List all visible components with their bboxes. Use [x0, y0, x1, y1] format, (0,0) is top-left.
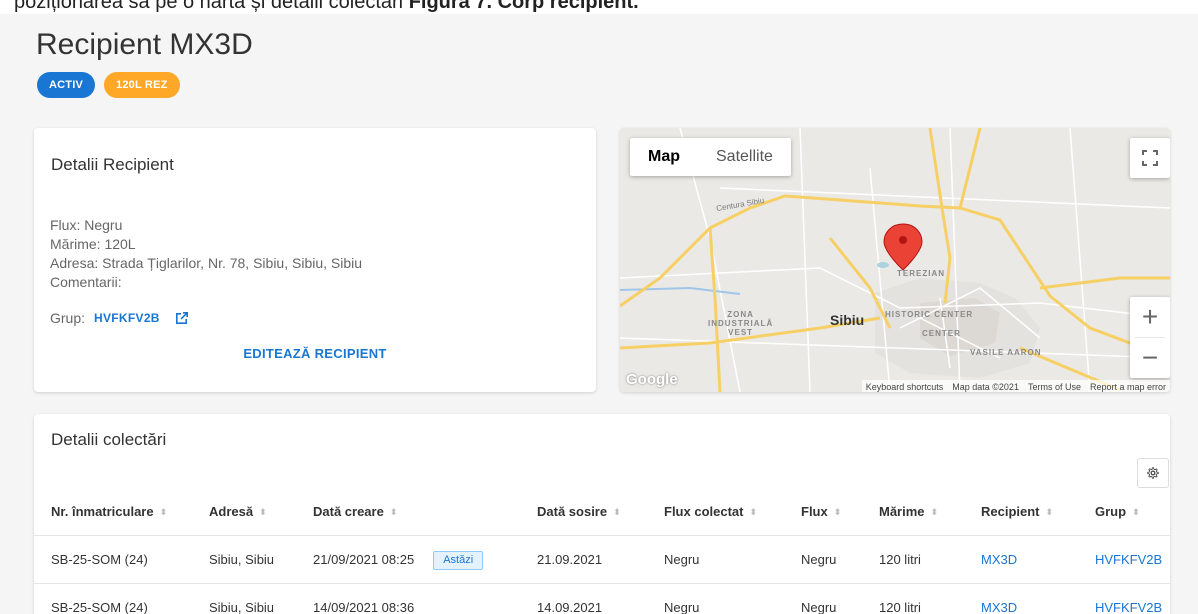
col-flux-colectat-label: Flux colectat [664, 504, 744, 519]
col-flux-colectat[interactable]: Flux colectat ⬍ [664, 488, 757, 536]
cell-adresa: Sibiu, Sibiu [209, 600, 275, 614]
sort-icon: ⬍ [930, 507, 939, 517]
sort-icon: ⬍ [159, 507, 168, 517]
sort-icon: ⬍ [1132, 507, 1140, 517]
cell-creare-text: 21/09/2021 08:25 [313, 552, 415, 567]
col-recipient-label: Recipient [981, 504, 1040, 519]
zoom-out-button[interactable]: − [1130, 338, 1170, 378]
cell-grup-link[interactable]: HVFKFV2B [1095, 584, 1162, 614]
cell-nr: SB-25-SOM (24) [51, 552, 148, 567]
map-label-zona-2: INDUSTRIALĂ [708, 319, 774, 328]
map-data-text: Map data ©2021 [952, 382, 1019, 392]
table-row[interactable]: SB-25-SOM (24) Sibiu, Sibiu 21/09/2021 0… [34, 536, 1170, 584]
col-sosire[interactable]: Dată sosire ⬍ [537, 488, 621, 536]
map-type-control: Map Satellite [630, 138, 791, 176]
cell-creare: 14/09/2021 08:36 [313, 600, 415, 614]
cell-flux-colectat: Negru [664, 552, 700, 567]
terms-link[interactable]: Terms of Use [1028, 380, 1081, 392]
cell-flux: Negru [801, 552, 837, 567]
cell-creare: 21/09/2021 08:25 Astăzi [313, 536, 484, 584]
cell-nr: SB-25-SOM (24) [51, 600, 148, 614]
edit-recipient-button[interactable]: EDITEAZĂ RECIPIENT [34, 346, 596, 361]
sort-icon: ⬍ [833, 507, 842, 517]
col-grup[interactable]: Grup ⬍ [1095, 488, 1140, 536]
cell-sosire: 21.09.2021 [537, 552, 603, 567]
sort-icon: ⬍ [259, 507, 267, 517]
detail-marime: Mărime: 120L [50, 236, 136, 252]
table-row[interactable]: SB-25-SOM (24) Sibiu, Sibiu 14/09/2021 0… [34, 584, 1170, 614]
open-in-new-icon[interactable] [174, 310, 190, 326]
detail-adresa: Adresa: Strada Țiglarilor, Nr. 78, Sibiu… [50, 255, 363, 271]
figure-caption: poziționarea sa pe o hartă și detalii co… [0, 0, 1198, 14]
col-nr[interactable]: Nr. înmatriculare ⬍ [51, 488, 167, 536]
details-list: Flux: Negru Mărime: 120L Adresa: Strada … [50, 216, 362, 292]
caption-bold: Figura 7. Corp recipient. [408, 0, 639, 13]
collections-table: Nr. înmatriculare ⬍ Adresă ⬍ Dată creare ⬍ … [34, 488, 1170, 614]
gear-icon [1147, 467, 1159, 479]
col-marime-label: Mărime [879, 504, 925, 519]
page-title: Recipient MX3D [36, 28, 253, 61]
map-footer: Keyboard shortcuts Map data ©2021 Terms … [861, 380, 1170, 392]
group-link[interactable]: HVFKFV2B [94, 311, 160, 325]
cell-sosire: 14.09.2021 [537, 600, 603, 614]
col-flux-label: Flux [801, 504, 828, 519]
cell-flux: Negru [801, 600, 837, 614]
detail-comentarii: Comentarii: [50, 274, 122, 290]
col-grup-label: Grup [1095, 504, 1127, 519]
today-badge: Astăzi [433, 550, 484, 570]
col-adresa[interactable]: Adresă ⬍ [209, 488, 267, 536]
fullscreen-icon [1142, 150, 1158, 166]
fullscreen-button[interactable] [1130, 138, 1170, 178]
table-settings-button[interactable] [1137, 458, 1169, 488]
col-creare-label: Dată creare [313, 504, 384, 519]
map-label-center: CENTER [922, 329, 961, 338]
map-type-map-button[interactable]: Map [630, 138, 698, 176]
zoom-control: + − [1130, 297, 1170, 378]
status-chips: ACTIV 120L REZ [37, 72, 180, 98]
google-logo[interactable]: Google [626, 371, 678, 388]
col-sosire-label: Dată sosire [537, 504, 608, 519]
col-marime[interactable]: Mărime ⬍ [879, 488, 938, 536]
cell-marime: 120 litri [879, 600, 921, 614]
cell-recipient-link[interactable]: MX3D [981, 584, 1017, 614]
cell-recipient-link[interactable]: MX3D [981, 536, 1017, 584]
col-nr-label: Nr. înmatriculare [51, 504, 154, 519]
collections-card: Detalii colectări Nr. înmatriculare ⬍ Adr… [34, 414, 1170, 614]
detail-flux: Flux: Negru [50, 217, 123, 233]
col-flux[interactable]: Flux ⬍ [801, 488, 841, 536]
sort-icon: ⬍ [749, 507, 758, 517]
status-badge-activ: ACTIV [37, 72, 95, 98]
report-error-link[interactable]: Report a map error [1090, 380, 1166, 392]
group-label: Grup: [50, 310, 86, 326]
col-creare[interactable]: Dată creare ⬍ [313, 488, 397, 536]
details-card-title: Detalii Recipient [51, 155, 174, 174]
cell-marime: 120 litri [879, 552, 921, 567]
col-recipient[interactable]: Recipient ⬍ [981, 488, 1053, 536]
map-label-vasile: VASILE AARON [970, 348, 1042, 357]
collections-card-title: Detalii colectări [51, 430, 167, 449]
col-adresa-label: Adresă [209, 504, 254, 519]
size-badge: 120L REZ [104, 72, 180, 98]
map-label-sibiu: Sibiu [830, 312, 865, 328]
table-header-row: Nr. înmatriculare ⬍ Adresă ⬍ Dată creare ⬍ … [34, 488, 1170, 536]
map-label-terezian: TEREZIAN [897, 269, 945, 278]
caption-text: poziționarea sa pe o hartă și detalii co… [14, 0, 404, 13]
map-card[interactable]: Centura Sibiu TEREZIAN ZONA INDUSTRIALĂ … [620, 128, 1170, 392]
sort-icon: ⬍ [613, 507, 621, 517]
sort-icon: ⬍ [389, 507, 398, 517]
map-type-satellite-button[interactable]: Satellite [698, 138, 791, 176]
zoom-in-button[interactable]: + [1130, 297, 1170, 337]
recipient-details-card: Detalii Recipient Flux: Negru Mărime: 12… [34, 128, 596, 392]
group-line: Grup: HVFKFV2B [50, 310, 190, 326]
map-label-zona-1: ZONA [727, 310, 754, 319]
map-label-zona: ZONA INDUSTRIALĂ VEST [708, 310, 773, 337]
map-label-historic: HISTORIC CENTER [885, 310, 974, 319]
sort-icon: ⬍ [1045, 507, 1054, 517]
cell-adresa: Sibiu, Sibiu [209, 552, 275, 567]
cell-flux-colectat: Negru [664, 600, 700, 614]
cell-grup-link[interactable]: HVFKFV2B [1095, 536, 1162, 584]
map-label-zona-3: VEST [728, 328, 754, 337]
keyboard-shortcuts-link[interactable]: Keyboard shortcuts [866, 380, 944, 392]
